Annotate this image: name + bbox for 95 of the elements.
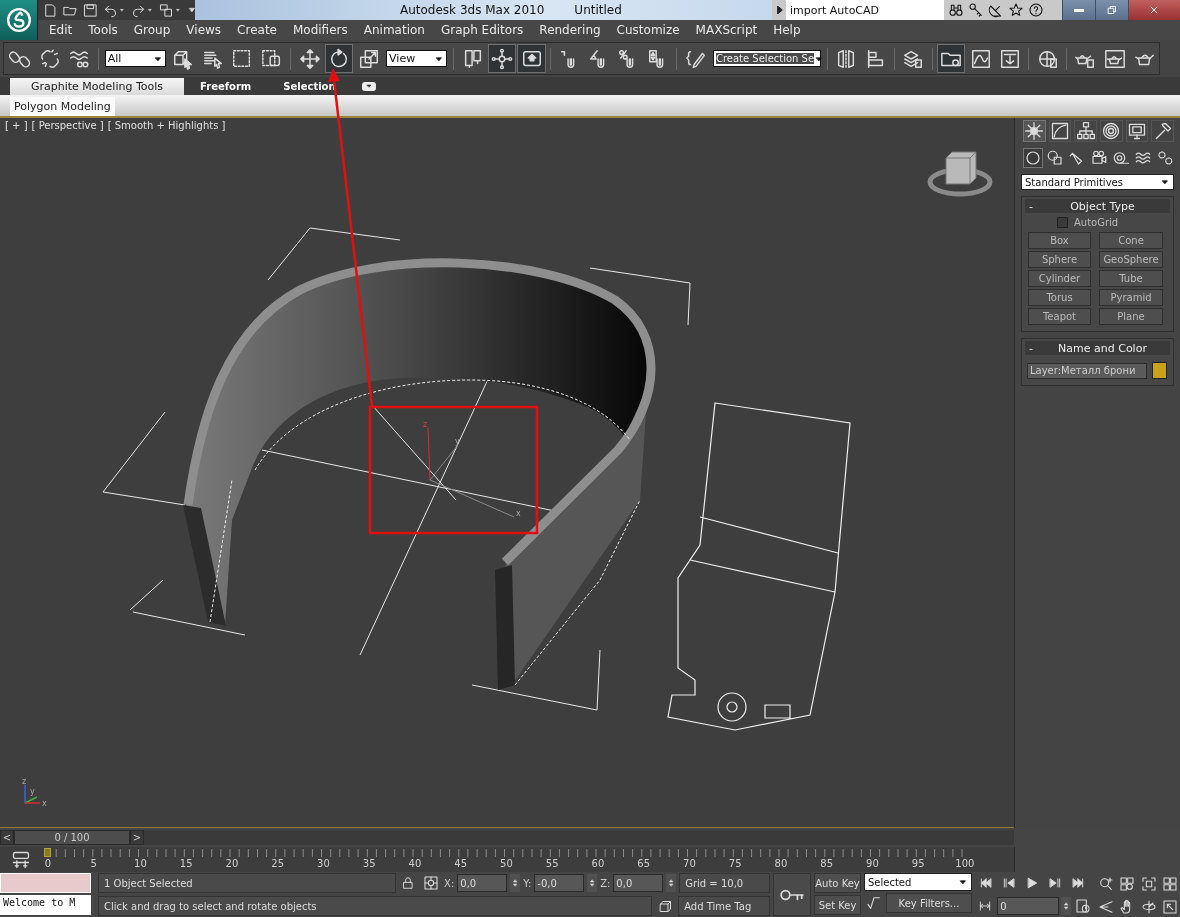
primitive-button[interactable]: Pyramid	[1099, 289, 1163, 306]
frame-number: 90	[866, 858, 879, 869]
grid-size: Grid = 10,0	[679, 873, 770, 893]
set-key-button[interactable]: Set Key	[814, 895, 861, 915]
rollout-header[interactable]: - Object Type	[1025, 199, 1170, 213]
menu-item[interactable]: Customize	[608, 23, 688, 37]
menu-item[interactable]: MAXScript	[687, 23, 766, 37]
next-frame-button[interactable]: >	[130, 830, 144, 845]
name-field[interactable]: Layer:Металл брони	[1027, 362, 1147, 379]
menu-item[interactable]: Rendering	[531, 23, 609, 37]
key-filters-button[interactable]: Key Filters...	[886, 893, 972, 913]
toolbar-dropdown[interactable]: All	[104, 50, 166, 67]
axis-label: z	[423, 420, 428, 429]
dropdown-value: All	[107, 52, 122, 65]
script-listener-output[interactable]: Welcome to M	[0, 895, 91, 915]
axis-label: z	[22, 777, 27, 786]
axis-label: x	[42, 799, 47, 808]
frame-number: 20	[225, 858, 239, 869]
viewport-label[interactable]: [ Smooth + Highlights ]	[107, 120, 226, 131]
frame-number: 85	[820, 858, 834, 869]
toolbar-dropdown[interactable]: View	[386, 50, 448, 67]
selection-info: 1 Object Selected	[98, 873, 396, 893]
ribbon-tab[interactable]: Selection	[267, 78, 352, 95]
document-name: Untitled	[574, 3, 622, 17]
coordinate-field[interactable]: 0,0	[457, 874, 508, 892]
search-field[interactable]: import AutoCAD	[786, 0, 944, 20]
window-title: Autodesk 3ds Max 2010	[400, 3, 545, 17]
add-time-tag-button[interactable]: Add Time Tag	[678, 896, 770, 916]
menu-item[interactable]: Animation	[355, 23, 433, 37]
axis-label: y	[30, 787, 35, 796]
viewport-label[interactable]: [ Perspective ]	[31, 120, 104, 131]
auto-key-button[interactable]: Auto Key	[814, 873, 861, 893]
frame-number: 60	[591, 858, 605, 869]
frame-number: 55	[545, 858, 559, 869]
ribbon-tab[interactable]: Freeform	[184, 78, 268, 95]
primitive-button[interactable]: Cone	[1099, 232, 1163, 249]
dropdown-value: Selected	[868, 876, 912, 888]
rollout-title: Name and Color	[1057, 341, 1148, 355]
menu-item[interactable]: Group	[125, 23, 179, 37]
frame-number: 70	[683, 858, 696, 869]
frame-number: 65	[637, 858, 651, 869]
coordinate-field[interactable]: -0,0	[534, 874, 585, 892]
axis-label: x	[516, 509, 521, 518]
collapse-toggle[interactable]: -	[1029, 341, 1039, 355]
menu-item[interactable]: Edit	[41, 23, 81, 37]
primitive-button[interactable]: Sphere	[1028, 251, 1091, 268]
menu-item[interactable]: Modifiers	[284, 23, 356, 37]
ribbon-tab[interactable]: Graphite Modeling Tools	[10, 78, 184, 95]
viewport-label[interactable]: [ + ]	[5, 120, 28, 131]
frame-number: 25	[271, 858, 285, 869]
menu-item[interactable]: Views	[178, 23, 230, 37]
rollout-title: Object Type	[1069, 199, 1136, 213]
key-mode-dropdown[interactable]: Selected	[864, 873, 972, 891]
axis-label: y	[455, 437, 460, 446]
primitive-button[interactable]: Torus	[1028, 289, 1091, 306]
current-frame-field[interactable]: 0	[997, 897, 1060, 915]
previous-frame-button[interactable]: <	[0, 830, 14, 845]
checkbox-label: AutoGrid	[1074, 217, 1119, 228]
frame-number: 0	[44, 858, 52, 869]
category-dropdown[interactable]: Standard Primitives	[1021, 174, 1174, 190]
dropdown-value: View	[389, 52, 416, 65]
primitive-button[interactable]: Tube	[1099, 270, 1163, 287]
coordinate-label: Y:	[523, 877, 532, 889]
menu-item[interactable]: Create	[229, 23, 285, 37]
primitive-button[interactable]: Cylinder	[1028, 270, 1091, 287]
dropdown-value: Standard Primitives	[1025, 176, 1123, 188]
frame-number: 15	[179, 858, 193, 869]
primitive-button[interactable]: GeoSphere	[1099, 251, 1163, 268]
viewport[interactable]: [ + ] [ Perspective ] [ Smooth + Highlights ] z y x z y x	[0, 118, 1014, 828]
frame-number: 100	[955, 858, 975, 869]
ribbon-panel-tab[interactable]: Polygon Modeling	[10, 97, 115, 116]
time-slider-thumb[interactable]: 0 / 100	[14, 830, 130, 845]
coordinate-label: X:	[444, 877, 455, 889]
primitive-button[interactable]: Teapot	[1028, 308, 1091, 325]
frame-number: 5	[90, 858, 97, 869]
frame-number: 10	[134, 858, 147, 869]
menu-item[interactable]: Tools	[80, 23, 126, 37]
rollout-header[interactable]: - Name and Color	[1025, 341, 1170, 355]
frame-number: 40	[408, 858, 422, 869]
frame-number: 95	[911, 858, 925, 869]
coordinate-label: Z:	[600, 877, 611, 889]
frame-number: 30	[317, 858, 330, 869]
coordinate-field[interactable]: 0,0	[613, 874, 664, 892]
frame-number: 50	[500, 858, 513, 869]
frame-number: 45	[454, 858, 468, 869]
primitive-button[interactable]: Box	[1028, 232, 1091, 249]
dropdown-value: Create Selection Se	[715, 53, 815, 64]
frame-number: 75	[728, 858, 742, 869]
menu-item[interactable]: Graph Editors	[432, 23, 532, 37]
menu-item[interactable]: Help	[765, 23, 809, 37]
frame-number: 35	[362, 858, 376, 869]
frame-number: 80	[774, 858, 788, 869]
primitive-button[interactable]: Plane	[1099, 308, 1163, 325]
collapse-toggle[interactable]: -	[1029, 199, 1039, 213]
toolbar-dropdown[interactable]: Create Selection Se	[712, 50, 821, 67]
